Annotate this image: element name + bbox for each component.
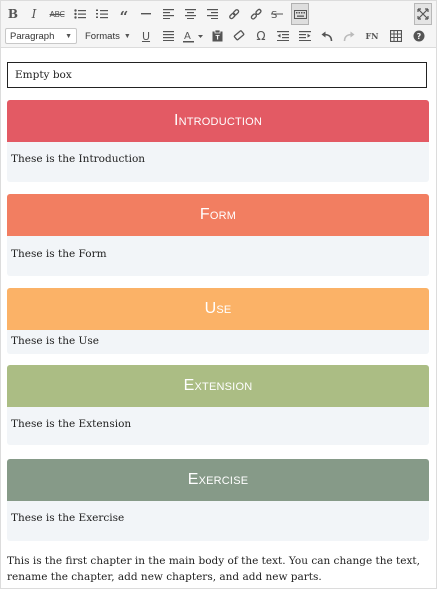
fullscreen-icon[interactable] <box>414 3 432 25</box>
section-introduction: Introduction These is the Introduction <box>7 100 429 182</box>
clear-formatting-icon[interactable] <box>231 25 247 47</box>
strikethrough-icon[interactable]: ABC <box>48 3 66 25</box>
numbered-list-icon[interactable] <box>94 3 110 25</box>
section-form: Form These is the Form <box>7 194 429 276</box>
outdent-icon[interactable] <box>275 25 291 47</box>
section-title: Form <box>7 194 429 236</box>
footnote-label: FN <box>365 31 379 41</box>
unlink-icon[interactable] <box>248 3 264 25</box>
undo-icon[interactable] <box>319 25 335 47</box>
link-icon[interactable] <box>226 3 242 25</box>
table-icon[interactable] <box>388 25 404 47</box>
section-title: Exercise <box>7 459 429 501</box>
chevron-down-icon: ▼ <box>123 32 131 40</box>
section-title: Introduction <box>7 100 429 142</box>
help-icon[interactable]: ? <box>411 25 427 47</box>
toolbar-row-2: Paragraph ▼ Formats ▼ U A T Ω FN ? <box>1 25 436 47</box>
editor-toolbar: B I ABC “ S Paragraph ▼ Formats ▼ U A T … <box>1 1 436 48</box>
section-extension: Extension These is the Extension <box>7 365 429 445</box>
chevron-down-icon: ▼ <box>65 32 72 40</box>
empty-box[interactable]: Empty box <box>7 62 427 88</box>
section-exercise: Exercise These is the Exercise <box>7 459 429 541</box>
italic-icon[interactable]: I <box>26 3 42 25</box>
blockquote-icon[interactable]: “ <box>116 3 132 25</box>
omega-icon[interactable]: Ω <box>253 25 269 47</box>
underline-icon[interactable]: U <box>138 25 154 47</box>
justify-icon[interactable] <box>160 25 176 47</box>
text-color-icon[interactable]: A <box>182 25 204 47</box>
align-left-icon[interactable] <box>160 3 176 25</box>
svg-text:A: A <box>184 31 191 42</box>
section-body: These is the Introduction <box>11 153 146 165</box>
section-title: Use <box>7 288 429 330</box>
paragraph-format-value: Paragraph <box>10 30 55 42</box>
text-editor: B I ABC “ S Paragraph ▼ Formats ▼ U A T … <box>0 0 437 589</box>
keyboard-icon[interactable] <box>291 3 309 25</box>
align-right-icon[interactable] <box>204 3 220 25</box>
editor-content[interactable]: Empty box Introduction These is the Intr… <box>1 48 436 588</box>
formats-menu-button[interactable]: Formats ▼ <box>85 28 131 44</box>
section-body: These is the Form <box>11 248 107 260</box>
bold-icon[interactable]: B <box>5 3 21 25</box>
strikethrough-secondary-icon[interactable]: S <box>269 3 285 25</box>
horizontal-rule-icon[interactable] <box>138 3 154 25</box>
section-title: Extension <box>7 365 429 407</box>
main-body-text: This is the first chapter in the main bo… <box>7 555 420 583</box>
bullet-list-icon[interactable] <box>72 3 88 25</box>
formats-label: Formats <box>85 30 120 42</box>
section-use: Use These is the Use <box>7 288 429 354</box>
svg-text:S: S <box>271 10 277 20</box>
redo-icon[interactable] <box>341 25 357 47</box>
paste-text-icon[interactable]: T <box>209 25 225 47</box>
paragraph-format-select[interactable]: Paragraph ▼ <box>5 28 77 44</box>
section-body: These is the Extension <box>11 418 132 430</box>
indent-icon[interactable] <box>297 25 313 47</box>
section-body: These is the Exercise <box>11 512 125 524</box>
footnote-button[interactable]: FN <box>363 25 381 47</box>
align-center-icon[interactable] <box>182 3 198 25</box>
section-body: These is the Use <box>11 335 99 347</box>
toolbar-row-1: B I ABC “ S <box>1 3 436 25</box>
svg-text:?: ? <box>417 32 422 41</box>
